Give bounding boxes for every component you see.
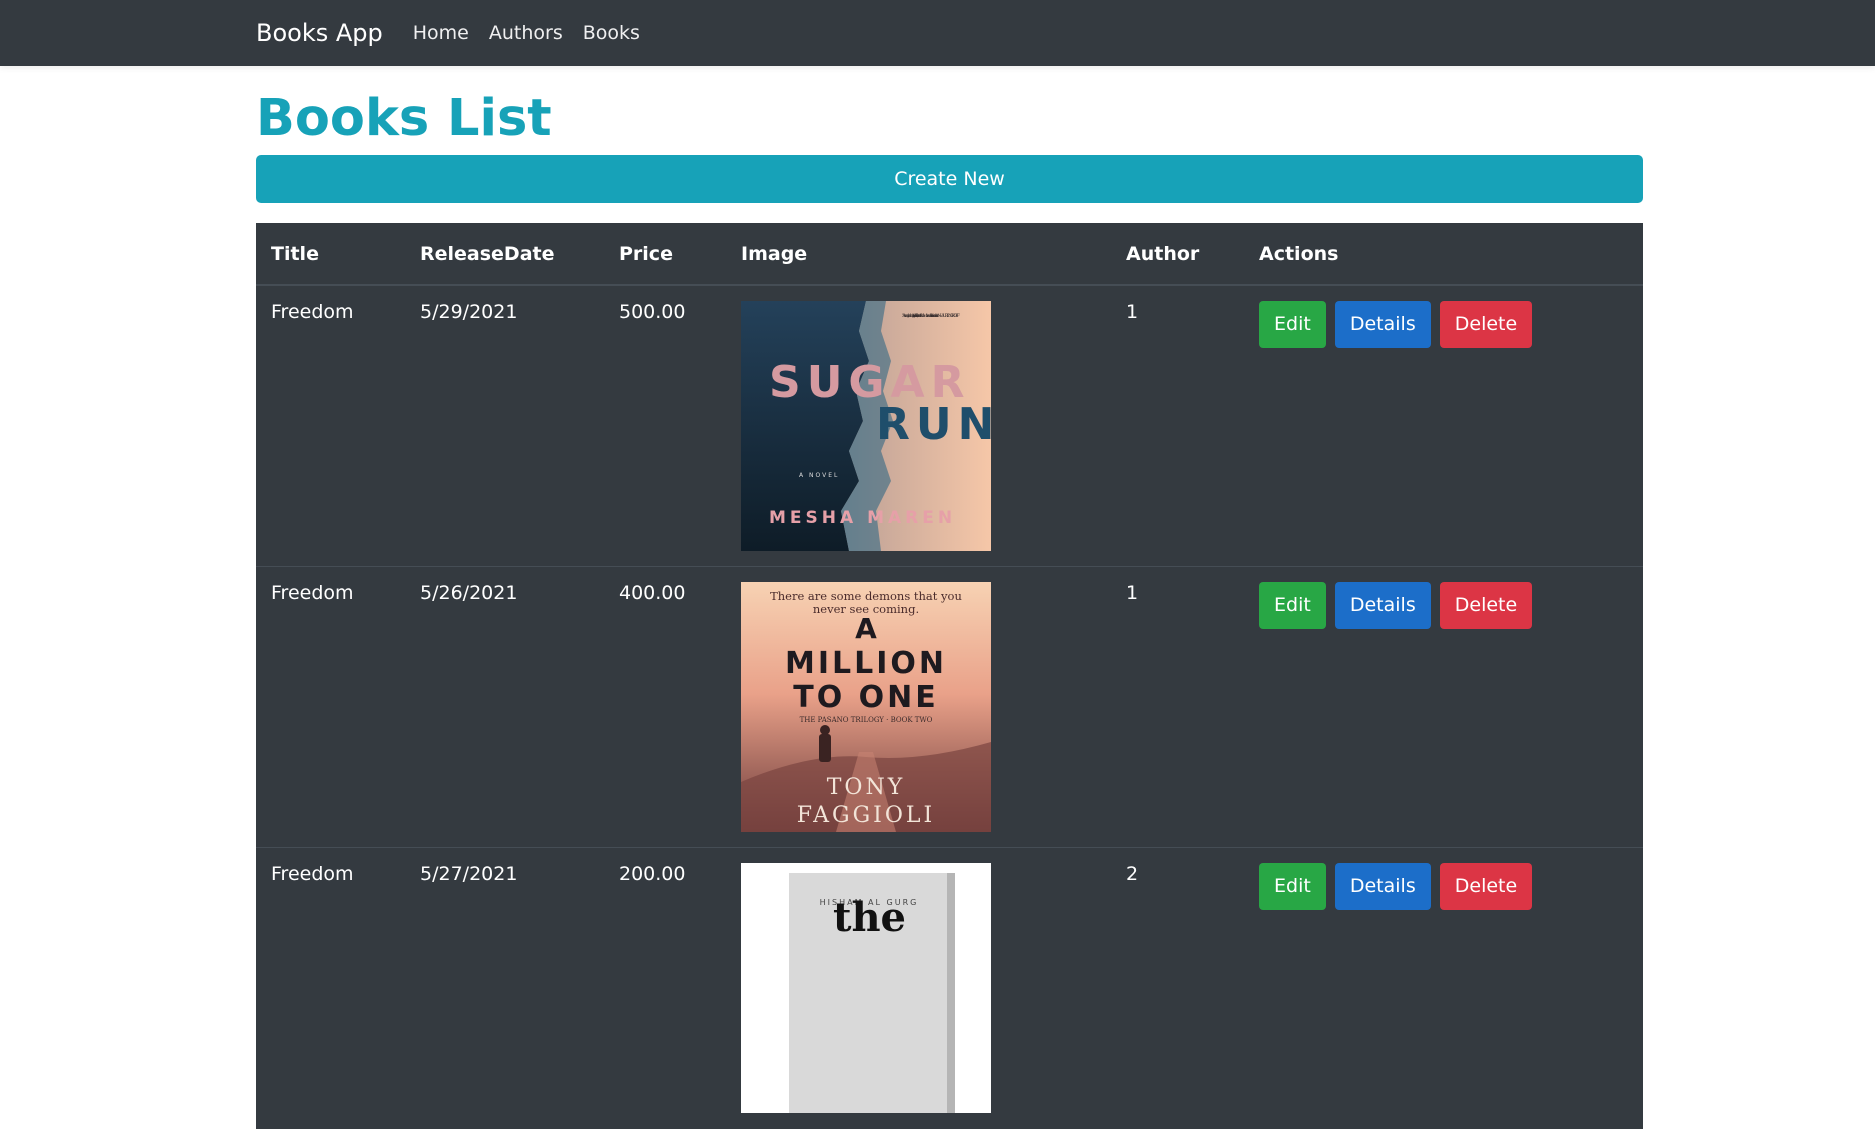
- create-new-button[interactable]: Create New: [256, 155, 1643, 203]
- book-cover-image: "A heady admixture of ... grit and lush,…: [741, 301, 991, 551]
- cell-image: "A heady admixture of ... grit and lush,…: [726, 284, 1111, 567]
- cell-image: There are some demons that you never see…: [726, 566, 1111, 848]
- nav-link-home[interactable]: Home: [413, 22, 469, 44]
- top-navbar: Books App Home Authors Books: [0, 0, 1875, 66]
- header-author: Author: [1111, 223, 1244, 286]
- cover-author-1: TONY: [827, 775, 905, 800]
- details-button[interactable]: Details: [1334, 582, 1431, 629]
- table-header-row: Title ReleaseDate Price Image Author Act…: [256, 223, 1643, 286]
- header-release-date: ReleaseDate: [405, 223, 604, 286]
- cover-author: MESHA MAREN: [769, 508, 956, 528]
- main-content: Books List Create New Title ReleaseDate …: [256, 66, 1643, 1129]
- delete-button[interactable]: Delete: [1439, 582, 1533, 629]
- edit-button[interactable]: Edit: [1259, 301, 1326, 348]
- cell-actions: Edit Details Delete: [1244, 847, 1643, 1129]
- cover-title-2: RUN: [876, 399, 991, 450]
- cell-author: 1: [1111, 284, 1244, 567]
- page-title: Books List: [256, 89, 552, 148]
- book-cover-third: HISHAM AL GURG the: [741, 863, 991, 1113]
- header-price: Price: [604, 223, 726, 286]
- cell-release-date: 5/26/2021: [405, 566, 604, 848]
- header-image: Image: [726, 223, 1111, 286]
- book-cover-sugar-run: "A heady admixture of ... grit and lush,…: [741, 301, 991, 551]
- details-button[interactable]: Details: [1334, 863, 1431, 910]
- delete-button[interactable]: Delete: [1439, 863, 1533, 910]
- header-title: Title: [256, 223, 405, 286]
- nav-link-books[interactable]: Books: [583, 22, 640, 44]
- cover-title-3: TO ONE: [793, 680, 939, 715]
- cell-author: 1: [1111, 566, 1244, 848]
- cover-subtitle: A NOVEL: [799, 472, 839, 479]
- cover-title-1: A: [855, 612, 877, 645]
- table-body: Freedom 5/29/2021 500.00 "A heady admixt…: [256, 284, 1643, 1129]
- table-row: Freedom 5/26/2021 400.00 There are some …: [256, 566, 1643, 848]
- cell-release-date: 5/27/2021: [405, 847, 604, 1129]
- delete-button[interactable]: Delete: [1439, 301, 1533, 348]
- cover-title-fragment: the: [833, 894, 906, 941]
- table-header: Title ReleaseDate Price Image Author Act…: [256, 223, 1643, 286]
- cell-actions: Edit Details Delete: [1244, 566, 1643, 848]
- books-table: Title ReleaseDate Price Image Author Act…: [256, 223, 1643, 1129]
- table-row: Freedom 5/29/2021 500.00 "A heady admixt…: [256, 284, 1643, 567]
- book-cover-a-million-to-one: There are some demons that you never see…: [741, 582, 991, 832]
- book-cover-image: HISHAM AL GURG the: [741, 863, 991, 1113]
- cell-image: HISHAM AL GURG the: [726, 847, 1111, 1129]
- cell-author: 2: [1111, 847, 1244, 1129]
- nav-link-authors[interactable]: Authors: [489, 22, 563, 44]
- cell-title: Freedom: [256, 284, 405, 567]
- cover-blurb: "A heady admixture of ... grit and lush,…: [901, 313, 960, 319]
- cover-author-2: FAGGIOLI: [797, 803, 935, 828]
- cell-price: 500.00: [604, 284, 726, 567]
- details-button[interactable]: Details: [1334, 301, 1431, 348]
- table-row: Freedom 5/27/2021 200.00 HISHAM AL GURG …: [256, 847, 1643, 1129]
- edit-button[interactable]: Edit: [1259, 582, 1326, 629]
- edit-button[interactable]: Edit: [1259, 863, 1326, 910]
- cell-title: Freedom: [256, 847, 405, 1129]
- book-cover-image: There are some demons that you never see…: [741, 582, 991, 832]
- cell-actions: Edit Details Delete: [1244, 284, 1643, 567]
- navbar-content: Books App Home Authors Books: [256, 0, 660, 66]
- cell-release-date: 5/29/2021: [405, 284, 604, 567]
- brand-link[interactable]: Books App: [256, 19, 383, 47]
- cover-tagline-1: There are some demons that you: [770, 589, 962, 603]
- cover-series: THE PASANO TRILOGY · BOOK TWO: [800, 716, 933, 724]
- cell-price: 200.00: [604, 847, 726, 1129]
- header-actions: Actions: [1244, 223, 1643, 286]
- cell-title: Freedom: [256, 566, 405, 848]
- cell-price: 400.00: [604, 566, 726, 848]
- cover-title-2: MILLION: [785, 646, 947, 681]
